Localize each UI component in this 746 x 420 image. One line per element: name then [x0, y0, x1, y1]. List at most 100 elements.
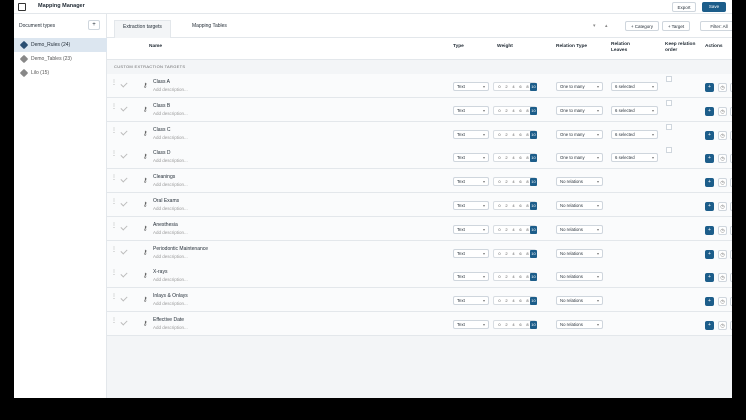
keep-relation-order-checkbox[interactable]	[666, 76, 672, 82]
weight-option[interactable]: 4	[510, 297, 517, 305]
target-description[interactable]: Add description...	[153, 230, 188, 235]
weight-option[interactable]: 2	[503, 297, 510, 305]
drag-handle-icon[interactable]: ⋮	[111, 247, 117, 253]
history-icon[interactable]: ◷	[718, 106, 727, 116]
sidebar-item[interactable]: Demo_Tables (23)	[14, 52, 107, 66]
weight-option[interactable]: 0	[496, 226, 503, 234]
tab-extraction-targets[interactable]: Extraction targets	[114, 20, 171, 38]
type-select[interactable]: Text ▾	[453, 105, 489, 115]
add-child-button[interactable]: +	[705, 154, 714, 164]
weight-option[interactable]: 6	[517, 273, 524, 281]
history-icon[interactable]: ◷	[718, 249, 727, 259]
relation-type-select[interactable]: One to many ▾	[556, 82, 603, 91]
weight-option[interactable]: 2	[503, 321, 510, 329]
weight-option[interactable]: 4	[510, 178, 517, 186]
relation-leaves-select[interactable]: 6 selected ▾	[611, 129, 658, 139]
type-select[interactable]: Text ▾	[453, 153, 489, 163]
trash-icon[interactable]: 🗑	[730, 154, 732, 164]
relation-type-select[interactable]: One to many ▾	[556, 129, 603, 139]
weight-option[interactable]: 10	[530, 83, 537, 91]
add-child-button[interactable]: +	[705, 249, 714, 259]
export-button[interactable]: Export	[672, 2, 696, 12]
add-child-button[interactable]: +	[705, 297, 714, 307]
target-name[interactable]: Cleanings	[153, 174, 175, 180]
save-button[interactable]: Save	[702, 2, 726, 12]
add-target-button[interactable]: + Target	[662, 21, 690, 31]
drag-handle-icon[interactable]: ⋮	[111, 151, 117, 157]
weight-option[interactable]: 10	[530, 154, 537, 163]
type-select[interactable]: Text ▾	[453, 296, 489, 306]
sidebar-toggle-icon[interactable]	[18, 3, 26, 11]
add-child-button[interactable]: +	[705, 106, 714, 116]
keep-relation-order-checkbox[interactable]	[666, 147, 672, 154]
weight-option[interactable]: 2	[503, 107, 510, 115]
relation-type-select[interactable]: One to many ▾	[556, 105, 603, 115]
target-description[interactable]: Add description...	[153, 135, 188, 140]
tab-mapping-tables[interactable]: Mapping Tables	[184, 20, 235, 38]
weight-option[interactable]: 4	[510, 321, 517, 329]
history-icon[interactable]: ◷	[718, 225, 727, 235]
weight-option[interactable]: 0	[496, 107, 503, 115]
weight-option[interactable]: 6	[517, 226, 524, 234]
target-name[interactable]: Class D	[153, 150, 171, 156]
trash-icon[interactable]: 🗑	[730, 178, 732, 188]
add-child-button[interactable]: +	[705, 130, 714, 140]
add-child-button[interactable]: +	[705, 321, 714, 330]
target-description[interactable]: Add description...	[153, 254, 188, 259]
type-select[interactable]: Text ▾	[453, 201, 489, 210]
relation-type-select[interactable]: No relations ▾	[556, 177, 603, 187]
trash-icon[interactable]: 🗑	[730, 202, 732, 211]
collapse-icon[interactable]: ▴	[605, 23, 608, 29]
weight-option[interactable]: 6	[517, 83, 524, 91]
weight-option[interactable]: 10	[530, 321, 537, 329]
weight-option[interactable]: 2	[503, 226, 510, 234]
target-name[interactable]: Periodontic Maintenance	[153, 246, 208, 252]
target-name[interactable]: Class B	[153, 103, 170, 109]
type-select[interactable]: Text ▾	[453, 177, 489, 187]
type-select[interactable]: Text ▾	[453, 248, 489, 258]
weight-option[interactable]: 6	[517, 131, 524, 139]
type-select[interactable]: Text ▾	[453, 129, 489, 139]
expand-icon[interactable]: ▾	[593, 23, 596, 29]
trash-icon[interactable]: 🗑	[730, 273, 732, 283]
type-select[interactable]: Text ▾	[453, 224, 489, 234]
weight-option[interactable]: 0	[496, 273, 503, 281]
weight-option[interactable]: 0	[496, 321, 503, 329]
relation-type-select[interactable]: No relations ▾	[556, 296, 603, 306]
weight-option[interactable]: 2	[503, 83, 510, 91]
drag-handle-icon[interactable]: ⋮	[111, 199, 117, 205]
history-icon[interactable]: ◷	[718, 297, 727, 307]
target-description[interactable]: Add description...	[153, 182, 188, 187]
drag-handle-icon[interactable]: ⋮	[111, 175, 117, 181]
keep-relation-order-checkbox[interactable]	[666, 123, 672, 130]
target-description[interactable]: Add description...	[153, 206, 188, 211]
target-name[interactable]: X-rays	[153, 269, 167, 275]
weight-option[interactable]: 6	[517, 154, 524, 162]
target-name[interactable]: Effective Date	[153, 317, 184, 323]
history-icon[interactable]: ◷	[718, 178, 727, 188]
weight-option[interactable]: 10	[530, 202, 537, 210]
drag-handle-icon[interactable]: ⋮	[111, 104, 117, 110]
target-description[interactable]: Add description...	[153, 158, 188, 163]
weight-option[interactable]: 6	[517, 250, 524, 258]
add-child-button[interactable]: +	[705, 273, 714, 283]
drag-handle-icon[interactable]: ⋮	[111, 128, 117, 134]
type-select[interactable]: Text ▾	[453, 320, 489, 329]
relation-type-select[interactable]: One to many ▾	[556, 153, 603, 163]
add-document-type-button[interactable]: +	[88, 20, 100, 30]
target-description[interactable]: Add description...	[153, 325, 188, 330]
weight-option[interactable]: 0	[496, 83, 503, 91]
target-description[interactable]: Add description...	[153, 87, 188, 92]
weight-option[interactable]: 4	[510, 131, 517, 139]
trash-icon[interactable]: 🗑	[730, 321, 732, 330]
weight-option[interactable]: 2	[503, 178, 510, 186]
weight-option[interactable]: 6	[517, 202, 524, 210]
weight-option[interactable]: 2	[503, 131, 510, 139]
weight-option[interactable]: 0	[496, 297, 503, 305]
weight-option[interactable]: 4	[510, 273, 517, 281]
relation-type-select[interactable]: No relations ▾	[556, 224, 603, 234]
type-select[interactable]: Text ▾	[453, 82, 489, 91]
drag-handle-icon[interactable]: ⋮	[111, 270, 117, 276]
relation-type-select[interactable]: No relations ▾	[556, 272, 603, 282]
target-description[interactable]: Add description...	[153, 111, 188, 116]
